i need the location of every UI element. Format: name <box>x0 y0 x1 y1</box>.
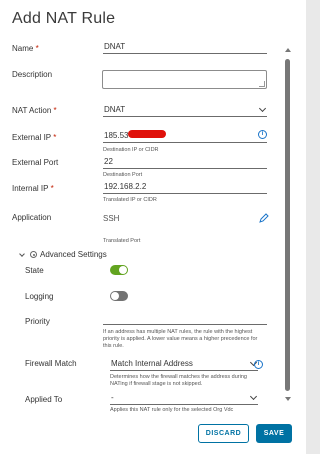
info-icon[interactable]: i <box>254 360 263 369</box>
priority-label: Priority <box>25 317 50 326</box>
firewall-match-helper: Determines how the firewall matches the … <box>110 374 247 387</box>
toggle-knob <box>119 266 127 274</box>
firewall-match-label: Firewall Match <box>25 359 77 368</box>
gear-icon <box>30 251 37 258</box>
scroll-up-arrow-icon[interactable] <box>285 48 291 52</box>
external-port-label: External Port <box>12 158 59 167</box>
description-textarea[interactable] <box>102 70 267 89</box>
chevron-down-icon <box>249 392 258 401</box>
info-icon[interactable]: i <box>258 130 267 139</box>
state-toggle[interactable] <box>110 265 128 275</box>
logging-label: Logging <box>25 292 54 301</box>
resize-grip-icon[interactable] <box>259 81 265 87</box>
dialog-title: Add NAT Rule <box>12 10 116 27</box>
applied-to-select[interactable]: - <box>110 391 258 405</box>
discard-button[interactable]: DISCARD <box>198 424 249 443</box>
pencil-icon[interactable] <box>259 213 269 223</box>
save-button[interactable]: SAVE <box>256 424 292 443</box>
application-value: SSH <box>103 214 120 223</box>
state-label: State <box>25 266 44 275</box>
name-label: Name * <box>12 44 39 53</box>
priority-input[interactable] <box>103 324 267 325</box>
applied-to-value: - <box>111 393 114 402</box>
nat-action-value: DNAT <box>104 105 126 114</box>
scrollbar-thumb[interactable] <box>285 59 290 391</box>
add-nat-rule-dialog: Add NAT Rule Name * DNAT Description NAT… <box>0 0 306 454</box>
internal-ip-input[interactable]: 192.168.2.2 <box>103 180 267 194</box>
logging-toggle[interactable] <box>110 291 128 301</box>
internal-ip-helper: Translated IP or CIDR <box>103 197 157 203</box>
internal-ip-label: Internal IP * <box>12 184 54 193</box>
scroll-down-arrow-icon[interactable] <box>285 397 291 401</box>
external-port-input[interactable]: 22 <box>103 155 267 169</box>
chevron-down-icon <box>19 250 25 257</box>
external-port-helper: Destination Port <box>103 172 143 178</box>
applied-to-label: Applied To <box>25 395 63 404</box>
description-label: Description <box>12 70 53 79</box>
nat-action-select[interactable]: DNAT <box>103 103 267 117</box>
nat-action-label: NAT Action * <box>12 106 57 115</box>
priority-helper: If an address has multiple NAT rules, th… <box>103 329 258 349</box>
name-input[interactable]: DNAT <box>103 40 267 54</box>
toggle-knob <box>111 292 119 300</box>
scrollbar[interactable] <box>284 45 291 403</box>
advanced-settings-label: Advanced Settings <box>40 250 107 259</box>
external-ip-helper: Destination IP or CIDR <box>103 147 159 153</box>
external-ip-label: External IP * <box>12 133 57 142</box>
applied-to-helper: Applies this NAT rule only for the selec… <box>110 407 234 412</box>
chevron-down-icon <box>258 104 267 113</box>
advanced-settings-toggle[interactable]: Advanced Settings <box>19 250 107 259</box>
firewall-match-select[interactable]: Match Internal Address <box>110 357 258 371</box>
firewall-match-value: Match Internal Address <box>111 359 193 368</box>
redaction-mark <box>128 130 166 138</box>
application-label: Application <box>12 213 52 222</box>
application-helper: Translated Port <box>103 238 141 244</box>
